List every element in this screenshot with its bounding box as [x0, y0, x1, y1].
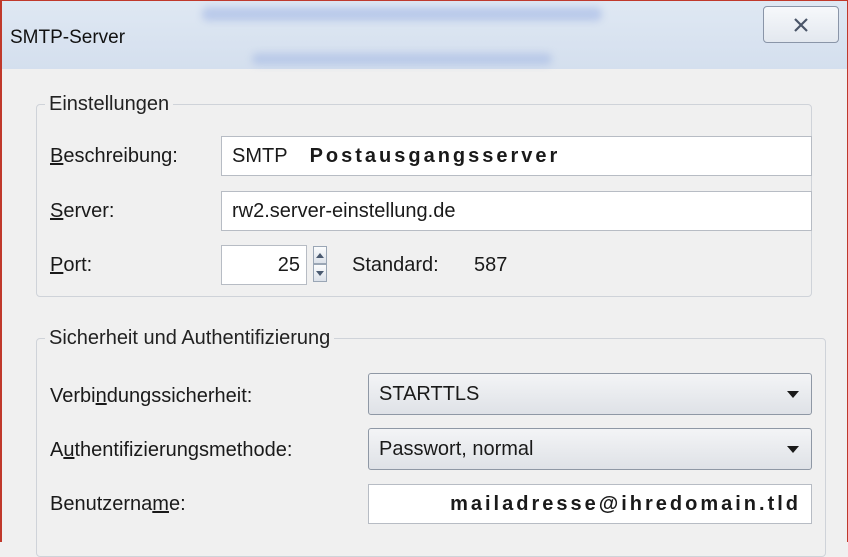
arrow-up-icon: [316, 252, 324, 258]
port-increment-button[interactable]: [313, 246, 327, 264]
blurred-background-text: [202, 7, 602, 21]
username-input[interactable]: mailadresse@ihredomain.tld: [368, 484, 812, 524]
arrow-down-icon: [316, 270, 324, 276]
port-label: Port:: [50, 254, 93, 276]
description-input[interactable]: SMTP Postausgangsserver: [221, 136, 812, 176]
connection-security-label: Verbindungssicherheit:: [50, 385, 253, 407]
connection-security-select[interactable]: STARTTLS: [368, 373, 812, 415]
description-value-prefix: SMTP: [232, 144, 288, 167]
username-value: mailadresse@ihredomain.tld: [450, 492, 801, 515]
title-bar[interactable]: SMTP-Server: [2, 1, 847, 69]
description-label: Beschreibung:: [50, 145, 178, 167]
port-default-value: 587: [474, 254, 508, 276]
port-default-label: Standard:: [352, 254, 439, 276]
server-label: Server:: [50, 200, 115, 222]
dropdown-arrow-icon: [787, 446, 799, 453]
auth-method-label: Authentifizierungsmethode:: [50, 439, 293, 461]
port-decrement-button[interactable]: [313, 264, 327, 282]
port-input[interactable]: 25: [221, 245, 307, 285]
settings-legend: Einstellungen: [49, 93, 170, 115]
username-label: Benutzername:: [50, 493, 186, 515]
window-title: SMTP-Server: [10, 27, 126, 48]
server-input[interactable]: rw2.server-einstellung.de: [221, 191, 812, 231]
auth-method-select[interactable]: Passwort, normal: [368, 428, 812, 470]
connection-security-value: STARTTLS: [379, 382, 480, 405]
close-button[interactable]: [763, 6, 839, 43]
close-icon: [794, 17, 808, 32]
smtp-server-dialog: SMTP-Server Einstellungen Beschreibung: …: [0, 0, 848, 557]
auth-method-value: Passwort, normal: [379, 437, 534, 460]
blurred-background-text: [252, 53, 552, 65]
description-value-bold: Postausgangsserver: [309, 144, 561, 167]
dropdown-arrow-icon: [787, 391, 799, 398]
security-legend: Sicherheit und Authentifizierung: [49, 327, 331, 349]
